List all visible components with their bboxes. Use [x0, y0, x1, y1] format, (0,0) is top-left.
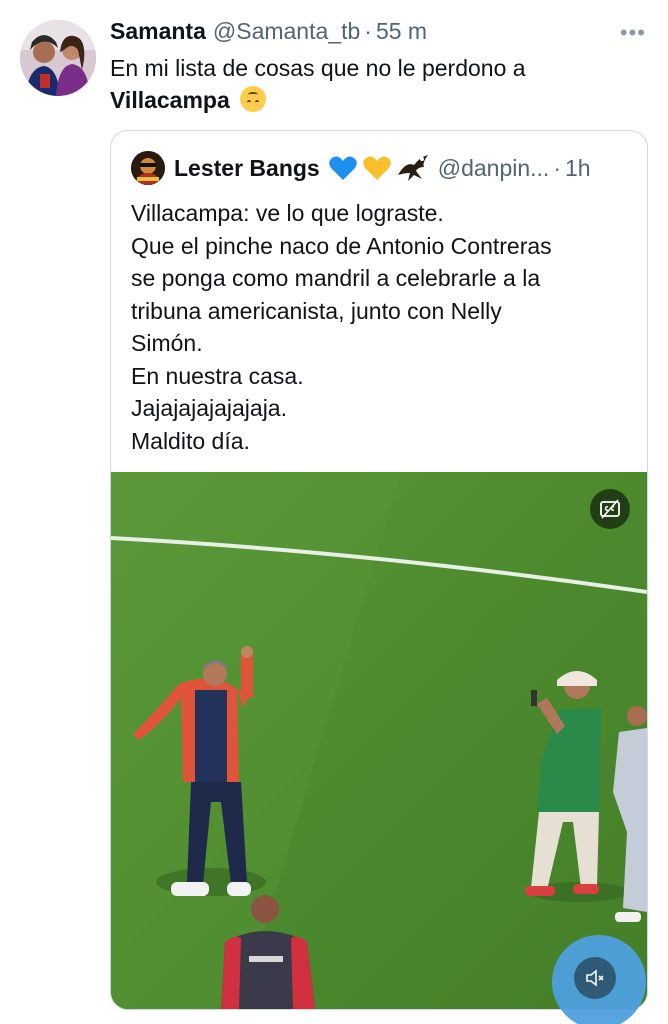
- quoted-tweet-time[interactable]: 1h: [565, 155, 591, 182]
- mute-button[interactable]: [552, 935, 646, 1024]
- tweet[interactable]: Samanta @Samanta_tb · 55 m ••• En mi lis…: [0, 0, 668, 1024]
- blue-heart-icon: [328, 156, 357, 180]
- upside-down-face-icon: [240, 86, 267, 112]
- more-options-icon[interactable]: •••: [620, 22, 646, 44]
- yellow-heart-icon: [362, 156, 391, 180]
- separator-dot: ·: [364, 18, 372, 44]
- tweet-text-line: En mi lista de cosas que no le perdono a: [110, 55, 526, 81]
- quoted-text-line: se ponga como mandril a celebrarle a la: [131, 265, 541, 291]
- captions-button[interactable]: [590, 489, 630, 529]
- quoted-text-line: tribuna americanista, junto con Nelly: [131, 297, 502, 324]
- tweet-text-bold: Villacampa: [110, 87, 230, 113]
- mute-button-inner[interactable]: [574, 957, 616, 999]
- eagle-icon: [397, 155, 428, 181]
- quoted-text-line: Villacampa: ve lo que lograste.: [131, 200, 444, 226]
- quoted-tweet-text: Villacampa: ve lo que lograste. Que el p…: [131, 197, 631, 457]
- quoted-text-line: Simón.: [131, 330, 203, 356]
- video-frame: [111, 472, 647, 1009]
- quoted-text-line: Jajajajajajajaja.: [131, 395, 287, 421]
- author-avatar[interactable]: [20, 20, 96, 96]
- author-handle[interactable]: @Samanta_tb: [213, 18, 360, 45]
- quoted-author-avatar[interactable]: [131, 151, 165, 185]
- quoted-text-line: Que el pinche naco de Antonio Contreras: [131, 232, 552, 259]
- video-player[interactable]: [111, 472, 647, 1009]
- separator-dot: ·: [553, 154, 561, 181]
- quoted-tweet-header: Lester Bangs @danpin... · 1h: [131, 151, 591, 185]
- speaker-muted-icon: [586, 969, 604, 987]
- avatar-photo: [20, 20, 96, 96]
- quoted-tweet[interactable]: Lester Bangs @danpin... · 1h Villacampa:…: [110, 130, 648, 1010]
- quoted-author-handle[interactable]: @danpin...: [438, 155, 550, 182]
- quoted-text-line: En nuestra casa.: [131, 362, 304, 389]
- tweet-time[interactable]: 55 m: [376, 18, 427, 45]
- closed-captions-icon: [600, 499, 620, 519]
- quoted-author-emojis: [328, 153, 430, 183]
- quoted-author-name[interactable]: Lester Bangs: [174, 155, 320, 182]
- tweet-text: En mi lista de cosas que no le perdono a…: [110, 52, 650, 116]
- tweet-header: Samanta @Samanta_tb · 55 m: [110, 18, 427, 48]
- quoted-text-line: Maldito día.: [131, 427, 250, 454]
- author-name[interactable]: Samanta: [110, 18, 206, 45]
